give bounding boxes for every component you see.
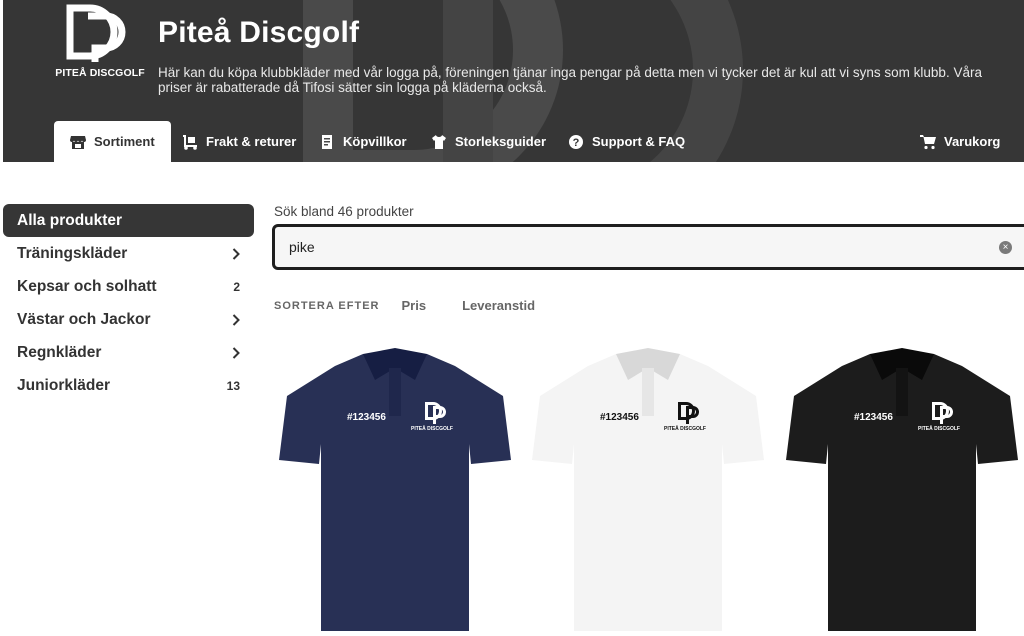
sidebar-item-count: 13	[226, 378, 240, 393]
sidebar-item-label: Juniorkläder	[17, 376, 111, 394]
clear-search-icon[interactable]: ×	[999, 241, 1012, 254]
sidebar-item-label: Västar och Jackor	[17, 310, 151, 328]
sidebar-item-label: Regnkläder	[17, 343, 102, 361]
chevron-right-icon	[232, 247, 240, 260]
product-image: #123456 PITEÅ DISCGOLF	[532, 348, 764, 631]
print-brand: PITEÅ DISCGOLF	[664, 425, 706, 432]
search-label: Sök bland 46 produkter	[274, 204, 414, 219]
tab-label: Frakt & returer	[206, 134, 297, 149]
product-card[interactable]: #123456 PITEÅ DISCGOLF	[782, 344, 1022, 631]
print-brand: PITEÅ DISCGOLF	[411, 425, 453, 432]
chevron-right-icon	[232, 346, 240, 359]
club-logo-text: PITEÅ DISCGOLF	[55, 67, 145, 79]
category-sidebar: Alla produkter Träningskläder Kepsar och…	[3, 204, 254, 402]
tab-storleksguider[interactable]: Storleksguider	[431, 121, 546, 162]
product-image: #123456 PITEÅ DISCGOLF	[786, 348, 1018, 631]
sort-bar: SORTERA EFTER Pris Leveranstid	[274, 298, 535, 313]
site-title: Piteå Discgolf	[158, 16, 360, 49]
print-brand: PITEÅ DISCGOLF	[918, 425, 960, 432]
sidebar-item-vastar-och-jackor[interactable]: Västar och Jackor	[3, 303, 254, 336]
tab-sortiment[interactable]: Sortiment	[54, 121, 171, 162]
sidebar-item-alla-produkter[interactable]: Alla produkter	[3, 204, 254, 237]
main-nav: Sortiment Frakt & returer Köpvillkor Sto…	[3, 121, 1024, 162]
tab-frakt-returer[interactable]: Frakt & returer	[182, 121, 296, 162]
site-description: Här kan du köpa klubbkläder med vår logg…	[158, 65, 982, 95]
help-icon: ?	[569, 134, 583, 149]
print-number: #123456	[347, 412, 386, 423]
tab-label: Sortiment	[94, 134, 155, 149]
cart-button[interactable]: Varukorg	[920, 121, 1000, 162]
sort-label: SORTERA EFTER	[274, 299, 380, 312]
dolly-icon	[183, 134, 197, 150]
tab-label: Köpvillkor	[343, 134, 407, 149]
search-box: ×	[272, 224, 1024, 270]
print-number: #123456	[854, 412, 893, 423]
sidebar-item-regnklader[interactable]: Regnkläder	[3, 336, 254, 369]
product-card[interactable]: #123456 PITEÅ DISCGOLF	[528, 344, 768, 631]
tab-label: Support & FAQ	[592, 134, 686, 149]
tab-kopvillkor[interactable]: Köpvillkor	[319, 121, 407, 162]
site-header: PITEÅ DISCGOLF Piteå Discgolf Här kan du…	[3, 0, 1024, 162]
tab-label: Storleksguider	[455, 134, 547, 149]
sidebar-item-label: Kepsar och solhatt	[17, 277, 157, 295]
sidebar-item-traningsklader[interactable]: Träningskläder	[3, 237, 254, 270]
sort-option-leveranstid[interactable]: Leveranstid	[462, 298, 535, 313]
sidebar-item-kepsar-och-solhatt[interactable]: Kepsar och solhatt 2	[3, 270, 254, 303]
contract-icon	[322, 134, 332, 149]
sidebar-item-label: Alla produkter	[17, 211, 123, 229]
product-image: #123456 PITEÅ DISCGOLF	[279, 348, 511, 631]
svg-text:?: ?	[573, 137, 580, 149]
store-icon	[70, 135, 86, 149]
sidebar-item-label: Träningskläder	[17, 244, 128, 262]
cart-label: Varukorg	[944, 134, 1001, 149]
cart-icon	[920, 134, 936, 149]
sidebar-item-juniorklader[interactable]: Juniorkläder 13	[3, 369, 254, 402]
print-number: #123456	[600, 412, 639, 423]
tshirt-icon	[432, 134, 446, 149]
chevron-right-icon	[232, 313, 240, 326]
sidebar-item-count: 2	[233, 279, 240, 294]
search-input[interactable]	[289, 227, 969, 267]
sort-option-pris[interactable]: Pris	[402, 298, 427, 313]
product-card[interactable]: #123456 PITEÅ DISCGOLF	[275, 344, 515, 631]
tab-support-faq[interactable]: ? Support & FAQ	[568, 121, 685, 162]
